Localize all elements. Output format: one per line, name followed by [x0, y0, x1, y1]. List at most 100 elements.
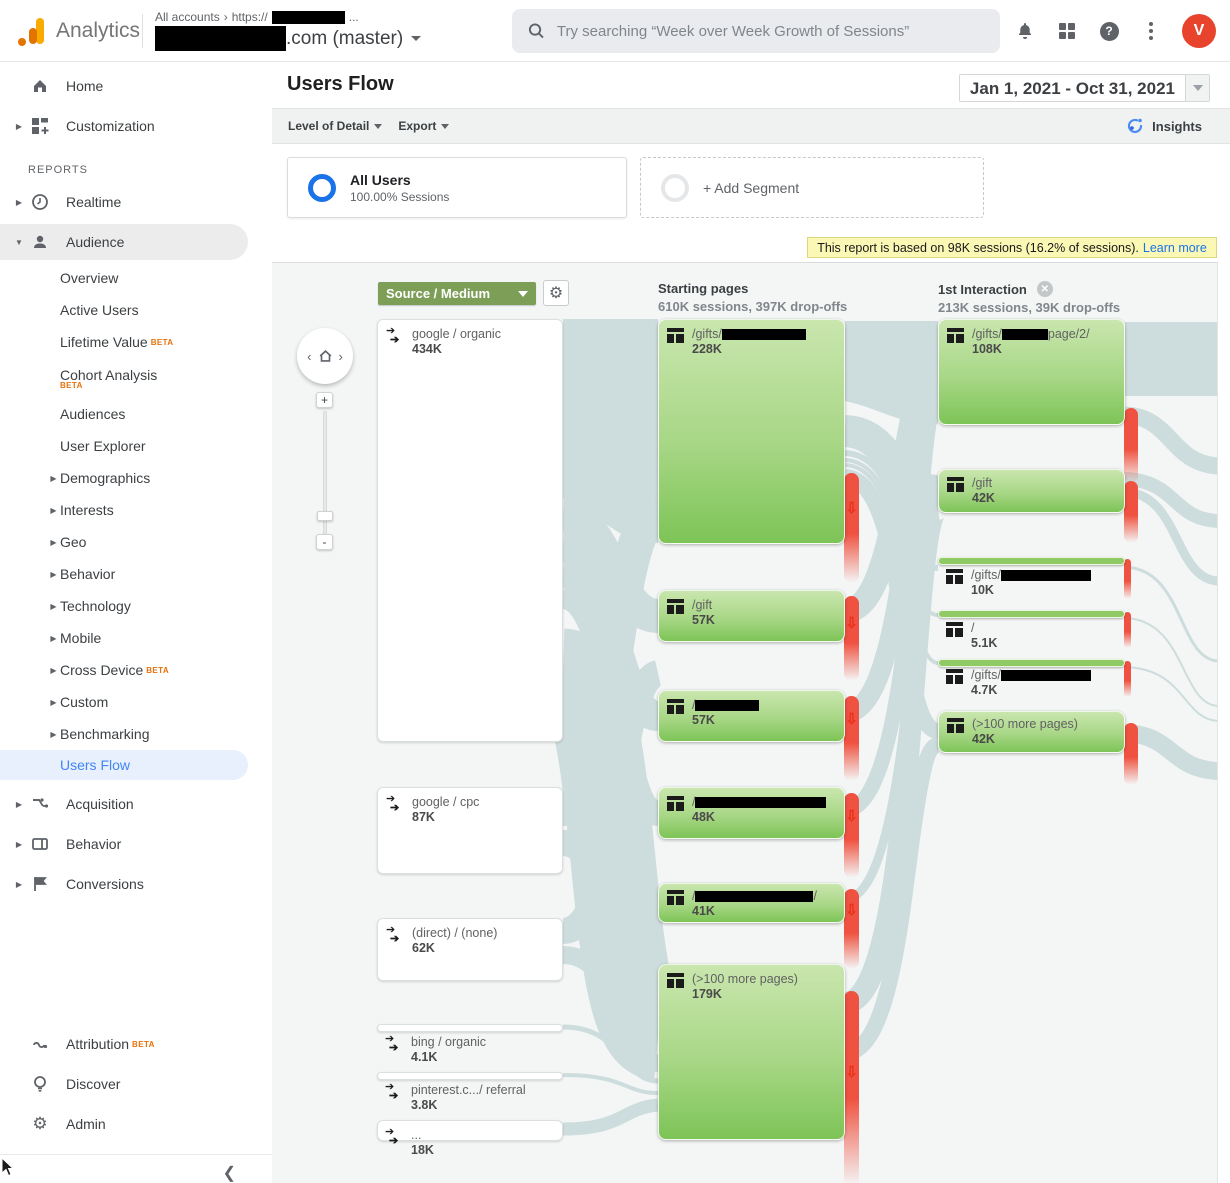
zoom-slider-handle[interactable] [317, 511, 333, 521]
dropoff-band [1124, 723, 1138, 785]
sidebar-item-conversions[interactable]: ▶ Conversions [0, 864, 272, 904]
source-arrow-icon: ➔➔ [386, 926, 404, 955]
sidebar-item-discover[interactable]: Discover [0, 1064, 272, 1104]
zoom-in-button[interactable]: + [316, 392, 333, 408]
page-node-redacted-57k[interactable]: / 57K [658, 690, 845, 742]
sidebar-item-benchmarking[interactable]: ▶Benchmarking [0, 718, 272, 750]
sidebar-item-overview[interactable]: Overview [0, 262, 272, 294]
close-icon[interactable]: ✕ [1037, 281, 1053, 297]
date-range-picker[interactable]: Jan 1, 2021 - Oct 31, 2021 [959, 74, 1210, 102]
add-segment-button[interactable]: + Add Segment [640, 157, 984, 218]
sidebar-item-lifetime-value[interactable]: Lifetime ValueBETA [0, 326, 272, 358]
source-node-google-organic[interactable]: ➔➔ google / organic 434K [377, 319, 563, 742]
expand-icon: ▶ [47, 730, 60, 739]
sidebar-collapse-button[interactable]: ❮ [0, 1154, 272, 1183]
source-label-bing-organic[interactable]: ➔➔ bing / organic 4.1K [377, 1035, 563, 1064]
search-bar[interactable] [512, 9, 1000, 53]
mouse-cursor [1, 1157, 15, 1177]
sidebar-item-home[interactable]: Home [0, 66, 272, 106]
sidebar-item-technology[interactable]: ▶Technology [0, 590, 272, 622]
sidebar-item-attribution[interactable]: AttributionBETA [0, 1024, 272, 1064]
sidebar-item-active-users[interactable]: Active Users [0, 294, 272, 326]
expand-icon: ▶ [12, 800, 26, 809]
level-of-detail-button[interactable]: Level of Detail [288, 119, 382, 133]
sidebar-item-user-explorer[interactable]: User Explorer [0, 430, 272, 462]
breadcrumb-ellipsis: ... [349, 10, 359, 24]
interaction-label-root[interactable]: / 5.1K [938, 621, 1125, 650]
zoom-out-button[interactable]: - [316, 534, 333, 550]
page-node-redacted-48k[interactable]: / 48K [658, 787, 845, 839]
sidebar-item-admin[interactable]: ⚙ Admin [0, 1104, 272, 1144]
interaction-node-gift[interactable]: /gift 42K [938, 469, 1125, 513]
sidebar-bottom: AttributionBETA Discover ⚙ Admin ❮ [0, 1024, 272, 1183]
chevron-left-icon: ❮ [223, 1163, 236, 1183]
interaction-label-gifts-10k[interactable]: /gifts/ 10K [938, 568, 1125, 597]
dimension-dropdown[interactable]: Source / Medium [378, 282, 536, 305]
interaction-node-gifts-47[interactable] [938, 659, 1125, 667]
conversions-icon [30, 874, 50, 894]
chevron-left-icon[interactable]: ‹ [307, 349, 311, 364]
search-input[interactable] [557, 23, 984, 40]
interaction-node-gifts-page2[interactable]: /gifts/page/2/ 108K [938, 319, 1125, 425]
redacted-path [695, 891, 813, 902]
sidebar-item-behavior-sub[interactable]: ▶Behavior [0, 558, 272, 590]
interaction-node-root[interactable] [938, 610, 1125, 618]
chevron-down-icon [374, 124, 382, 129]
export-button[interactable]: Export [398, 119, 449, 133]
sidebar-item-mobile[interactable]: ▶Mobile [0, 622, 272, 654]
source-label-pinterest-referral[interactable]: ➔➔ pinterest.c.../ referral 3.8K [377, 1083, 563, 1112]
help-button[interactable]: ? [1098, 20, 1120, 42]
page-node-gifts[interactable]: /gifts/ 228K [658, 319, 845, 544]
insights-icon [1125, 116, 1145, 136]
sidebar-item-interests[interactable]: ▶Interests [0, 494, 272, 526]
sidebar-item-cross-device[interactable]: ▶Cross DeviceBETA [0, 654, 272, 686]
avatar[interactable]: V [1182, 14, 1216, 48]
sidebar-item-realtime[interactable]: ▶ Realtime [0, 182, 272, 222]
sidebar-item-cohort-analysis[interactable]: Cohort AnalysisBETA [0, 358, 272, 398]
analytics-logo-icon [18, 16, 46, 46]
flow-settings-button[interactable]: ⚙ [543, 280, 569, 306]
dropoff-band [1124, 481, 1138, 543]
breadcrumb-separator: › [224, 10, 228, 24]
property-selector[interactable]: .com (master) [155, 26, 421, 51]
flow-home-control[interactable]: ‹ › [297, 328, 353, 384]
more-options-button[interactable] [1140, 20, 1162, 42]
sidebar-item-geo[interactable]: ▶Geo [0, 526, 272, 558]
segment-all-users[interactable]: All Users 100.00% Sessions [287, 157, 627, 218]
sidebar-item-demographics[interactable]: ▶Demographics [0, 462, 272, 494]
sidebar-item-customization[interactable]: ▶ Customization [0, 106, 272, 146]
source-node-pinterest-referral[interactable] [377, 1072, 563, 1080]
sidebar-item-users-flow[interactable]: Users Flow [0, 750, 248, 780]
source-label-more[interactable]: ➔➔ ... 18K [377, 1128, 563, 1157]
home-icon[interactable] [317, 348, 334, 364]
source-node-google-cpc[interactable]: ➔➔ google / cpc 87K [377, 787, 563, 874]
sidebar-item-acquisition[interactable]: ▶ Acquisition [0, 784, 272, 824]
sidebar-item-custom[interactable]: ▶Custom [0, 686, 272, 718]
page-node-redacted-41k[interactable]: // 41K [658, 883, 845, 923]
interaction-node-gifts-10k[interactable] [938, 557, 1125, 565]
apps-button[interactable] [1056, 20, 1078, 42]
page-node-more-pages[interactable]: (>100 more pages) 179K [658, 964, 845, 1140]
sidebar-item-audience[interactable]: ▼ Audience [0, 224, 248, 260]
learn-more-link[interactable]: Learn more [1143, 241, 1207, 255]
source-node-bing-organic[interactable] [377, 1024, 563, 1032]
interaction-node-more-pages[interactable]: (>100 more pages) 42K [938, 711, 1125, 753]
expand-icon: ▶ [12, 880, 26, 889]
dropoff-arrow-icon: ⇩ [844, 807, 859, 825]
breadcrumb-all-accounts[interactable]: All accounts [155, 10, 220, 24]
account-breadcrumb[interactable]: All accounts › https:// ... .com (master… [155, 10, 421, 51]
property-name: .com (master) [286, 28, 403, 50]
report-toolbar: Level of Detail Export Insights [272, 108, 1230, 144]
page-icon [667, 699, 684, 714]
sidebar-item-audiences[interactable]: Audiences [0, 398, 272, 430]
source-node-direct-none[interactable]: ➔➔ (direct) / (none) 62K [377, 918, 563, 981]
insights-button[interactable]: Insights [1125, 116, 1202, 136]
analytics-logo[interactable]: Analytics [0, 16, 140, 46]
notifications-button[interactable] [1014, 20, 1036, 42]
interaction-label-gifts-47[interactable]: /gifts/ 4.7K [938, 668, 1125, 697]
source-arrow-icon: ➔➔ [385, 1128, 403, 1157]
page-icon [946, 622, 963, 637]
sidebar-item-behavior[interactable]: ▶ Behavior [0, 824, 272, 864]
chevron-right-icon[interactable]: › [339, 349, 343, 364]
page-node-gift[interactable]: /gift 57K [658, 590, 845, 642]
